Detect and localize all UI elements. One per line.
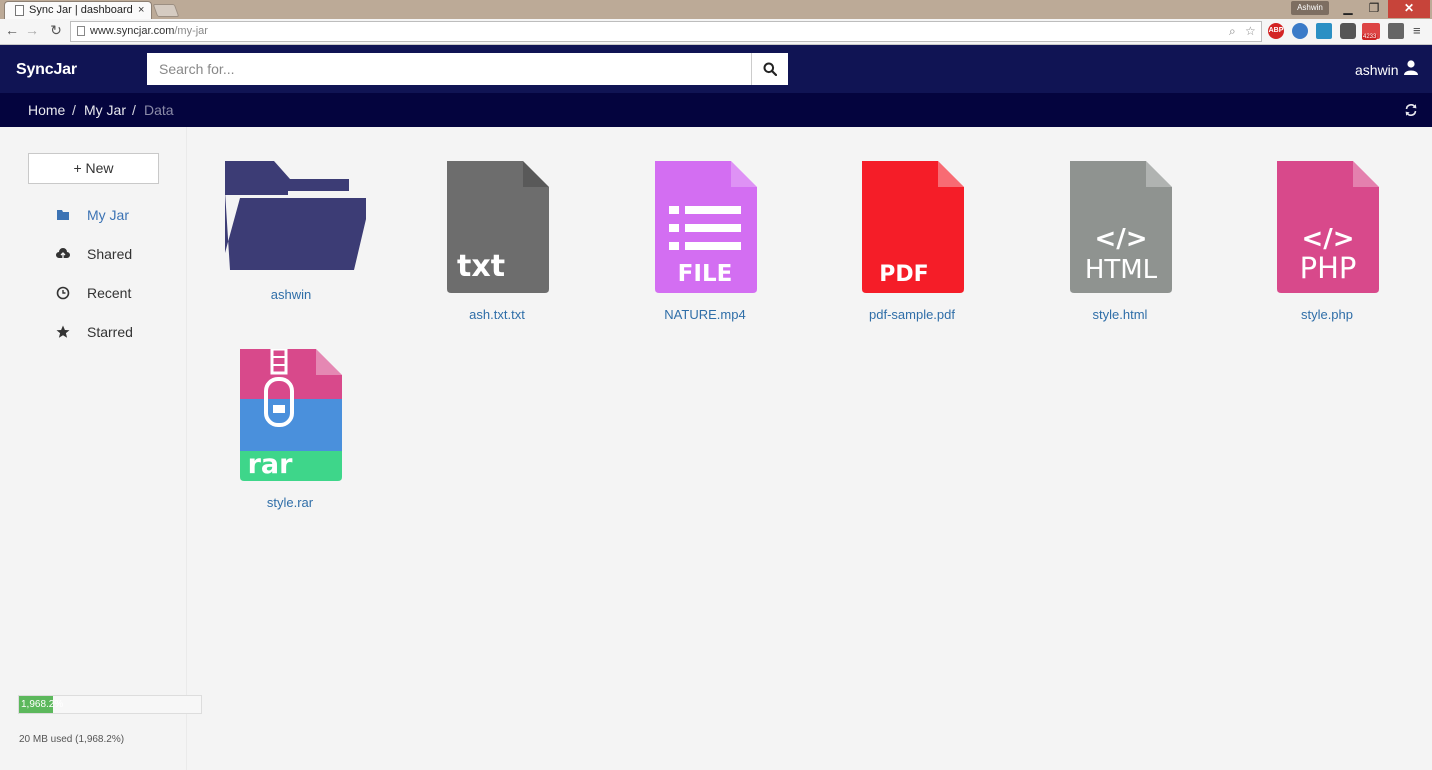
refresh-icon[interactable] bbox=[1404, 103, 1418, 117]
profile-badge[interactable]: Ashwin bbox=[1291, 1, 1329, 15]
abp-icon[interactable]: ABP bbox=[1268, 23, 1284, 39]
folder-icon bbox=[57, 210, 69, 220]
file-type-label: HTML bbox=[1085, 255, 1158, 285]
url-host: www.syncjar.com bbox=[90, 25, 175, 37]
minimize-icon[interactable]: ▁ bbox=[1336, 0, 1360, 18]
file-item-folder[interactable]: ashwin bbox=[211, 161, 371, 302]
file-item-php[interactable]: </> PHP style.php bbox=[1247, 161, 1407, 322]
maximize-icon[interactable]: ❐ bbox=[1362, 0, 1386, 18]
new-button[interactable]: + New bbox=[28, 153, 159, 184]
breadcrumb: Home / My Jar / Data bbox=[0, 93, 1432, 127]
mail-count-badge: 4233 bbox=[1362, 34, 1378, 40]
eyedropper-icon[interactable] bbox=[1388, 23, 1404, 39]
user-name[interactable]: ashwin bbox=[1355, 62, 1399, 78]
browser-toolbar: ← → ↻ www.syncjar.com/my-jar ⌕ ☆ ABP 423… bbox=[0, 19, 1432, 45]
file-item-pdf[interactable]: PDF pdf-sample.pdf bbox=[832, 161, 992, 322]
file-item-video[interactable]: FILE NATURE.mp4 bbox=[625, 161, 785, 322]
pdf-file-icon: PDF bbox=[862, 161, 964, 293]
folder-icon bbox=[225, 161, 366, 270]
video-file-icon: FILE bbox=[655, 161, 757, 293]
rar-file-icon: rar bbox=[240, 349, 342, 481]
address-bar[interactable]: www.syncjar.com/my-jar ⌕ ☆ bbox=[70, 21, 1262, 42]
page-icon bbox=[77, 26, 85, 36]
file-type-label: PHP bbox=[1300, 251, 1357, 285]
top-navbar: SyncJar ashwin bbox=[0, 45, 1432, 93]
breadcrumb-home[interactable]: Home bbox=[28, 102, 65, 118]
file-type-label: rar bbox=[248, 449, 294, 480]
file-type-label: PDF bbox=[879, 262, 928, 287]
bookmark-star-icon[interactable]: ☆ bbox=[1245, 24, 1256, 38]
file-item-html[interactable]: </> HTML style.html bbox=[1040, 161, 1200, 322]
storage-progress-bar: 1,968.2% bbox=[18, 695, 202, 714]
back-arrow-icon[interactable]: ← bbox=[4, 22, 20, 38]
reload-icon[interactable]: ↻ bbox=[48, 22, 64, 39]
c-extension-icon[interactable] bbox=[1316, 23, 1332, 39]
browser-titlebar: Sync Jar | dashboard × Ashwin ▁ ❐ ✕ bbox=[0, 0, 1432, 19]
app: SyncJar ashwin Home / My Jar / Data + Ne… bbox=[0, 45, 1432, 770]
file-name[interactable]: style.html bbox=[1040, 307, 1200, 322]
tab-close-icon[interactable]: × bbox=[138, 4, 144, 16]
tab-title: Sync Jar | dashboard bbox=[29, 4, 133, 16]
breadcrumb-separator: / bbox=[132, 102, 136, 118]
breadcrumb-my-jar[interactable]: My Jar bbox=[84, 102, 126, 118]
storage-used-text: 20 MB used (1,968.2%) bbox=[19, 734, 125, 745]
clock-icon bbox=[56, 286, 70, 300]
php-file-icon: </> PHP bbox=[1277, 161, 1379, 293]
storage-bar-label: 1,968.2% bbox=[21, 699, 64, 710]
globe-icon[interactable] bbox=[1292, 23, 1308, 39]
page-icon bbox=[15, 5, 24, 16]
file-name[interactable]: style.rar bbox=[210, 495, 370, 510]
search-input[interactable] bbox=[147, 53, 752, 85]
new-tab-button[interactable] bbox=[152, 4, 180, 17]
window-close-icon[interactable]: ✕ bbox=[1388, 0, 1430, 18]
storage-progress-fill: 1,968.2% bbox=[19, 696, 63, 713]
file-name[interactable]: pdf-sample.pdf bbox=[832, 307, 992, 322]
sidebar-item-shared[interactable]: Shared bbox=[55, 244, 175, 264]
search-button[interactable] bbox=[751, 53, 788, 85]
file-name[interactable]: ashwin bbox=[211, 287, 371, 302]
browser-tab[interactable]: Sync Jar | dashboard × bbox=[4, 1, 152, 19]
file-type-label: txt bbox=[457, 249, 505, 284]
shared-cloud-icon bbox=[56, 248, 70, 259]
sidebar-item-starred[interactable]: Starred bbox=[55, 322, 175, 342]
sidebar: + New My Jar Shared Recent Starred 1,968… bbox=[0, 127, 202, 770]
sidebar-item-label: My Jar bbox=[87, 207, 129, 223]
file-name[interactable]: style.php bbox=[1247, 307, 1407, 322]
sidebar-item-my-jar[interactable]: My Jar bbox=[55, 205, 175, 225]
file-item-txt[interactable]: txt ash.txt.txt bbox=[417, 161, 577, 322]
star-icon bbox=[56, 325, 70, 338]
file-name[interactable]: ash.txt.txt bbox=[417, 307, 577, 322]
forward-arrow-icon[interactable]: → bbox=[24, 22, 40, 38]
sidebar-item-label: Starred bbox=[87, 324, 133, 340]
breadcrumb-separator: / bbox=[72, 102, 76, 118]
sidebar-item-label: Recent bbox=[87, 285, 132, 301]
menu-icon[interactable]: ≡ bbox=[1413, 23, 1421, 38]
file-name[interactable]: NATURE.mp4 bbox=[625, 307, 785, 322]
code-glyph: </> bbox=[1094, 224, 1147, 254]
url-path: /my-jar bbox=[174, 25, 208, 37]
sidebar-item-label: Shared bbox=[87, 246, 133, 262]
html-file-icon: </> HTML bbox=[1070, 161, 1172, 293]
sidebar-item-recent[interactable]: Recent bbox=[55, 283, 175, 303]
zoom-icon[interactable]: ⌕ bbox=[1229, 24, 1236, 39]
file-type-label: FILE bbox=[678, 261, 733, 287]
user-icon[interactable] bbox=[1404, 60, 1418, 75]
search-icon bbox=[763, 62, 777, 76]
file-item-rar[interactable]: rar style.rar bbox=[210, 349, 370, 510]
link-icon[interactable] bbox=[1340, 23, 1356, 39]
code-glyph: </> bbox=[1301, 224, 1354, 254]
breadcrumb-current: Data bbox=[144, 102, 174, 118]
logo[interactable]: SyncJar bbox=[16, 61, 77, 79]
txt-file-icon: txt bbox=[447, 161, 549, 293]
